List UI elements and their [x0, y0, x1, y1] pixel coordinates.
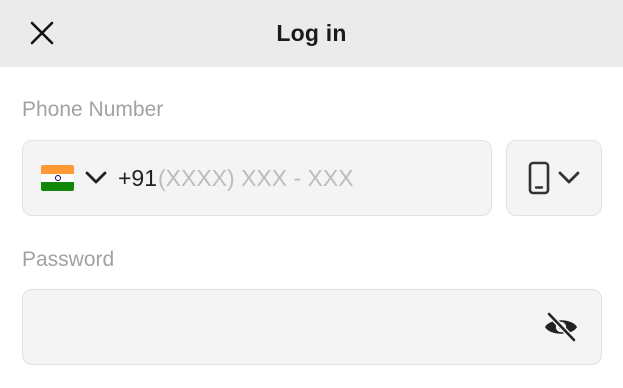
close-button[interactable] — [26, 17, 58, 49]
mobile-phone-icon — [528, 161, 550, 195]
password-field — [22, 289, 602, 365]
chevron-down-icon — [85, 171, 107, 184]
phone-number-field: +91 — [22, 140, 492, 216]
india-flag-icon[interactable] — [41, 165, 74, 191]
chevron-down-icon — [558, 171, 580, 184]
eye-slash-icon — [545, 311, 577, 343]
password-label: Password — [22, 248, 115, 271]
toggle-password-visibility-button[interactable] — [541, 307, 581, 347]
country-dropdown-button[interactable] — [84, 166, 108, 190]
device-type-dropdown[interactable] — [506, 140, 602, 216]
phone-number-label: Phone Number — [22, 98, 164, 121]
header-bar: Log in — [0, 0, 623, 67]
close-icon — [30, 21, 54, 45]
page-title: Log in — [276, 20, 347, 46]
dial-code: +91 — [118, 164, 158, 191]
password-input[interactable] — [23, 290, 541, 364]
phone-input[interactable] — [158, 164, 459, 192]
